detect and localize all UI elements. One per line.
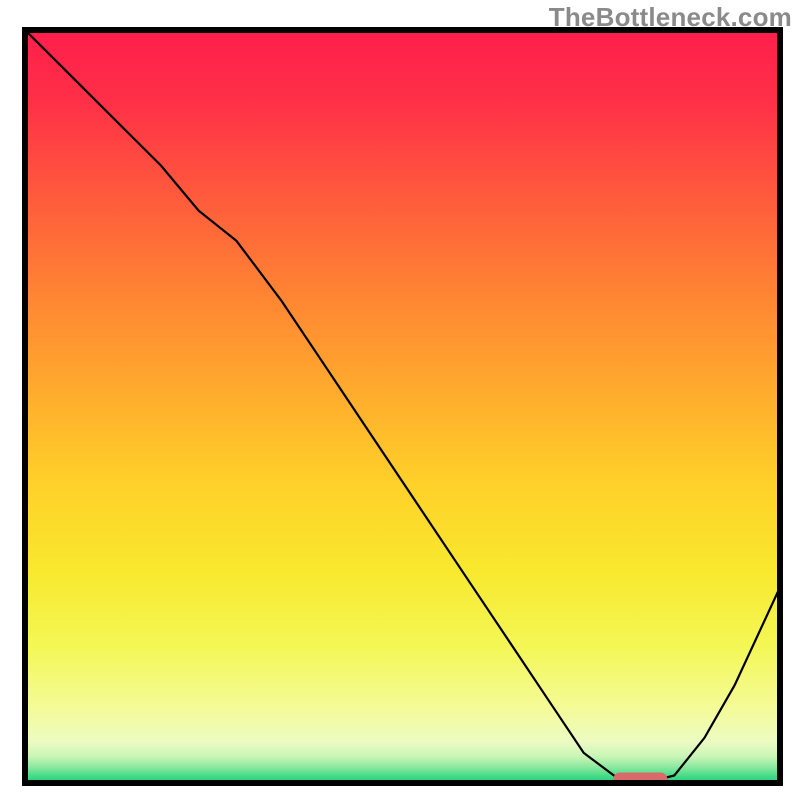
bottleneck-chart xyxy=(0,0,800,800)
